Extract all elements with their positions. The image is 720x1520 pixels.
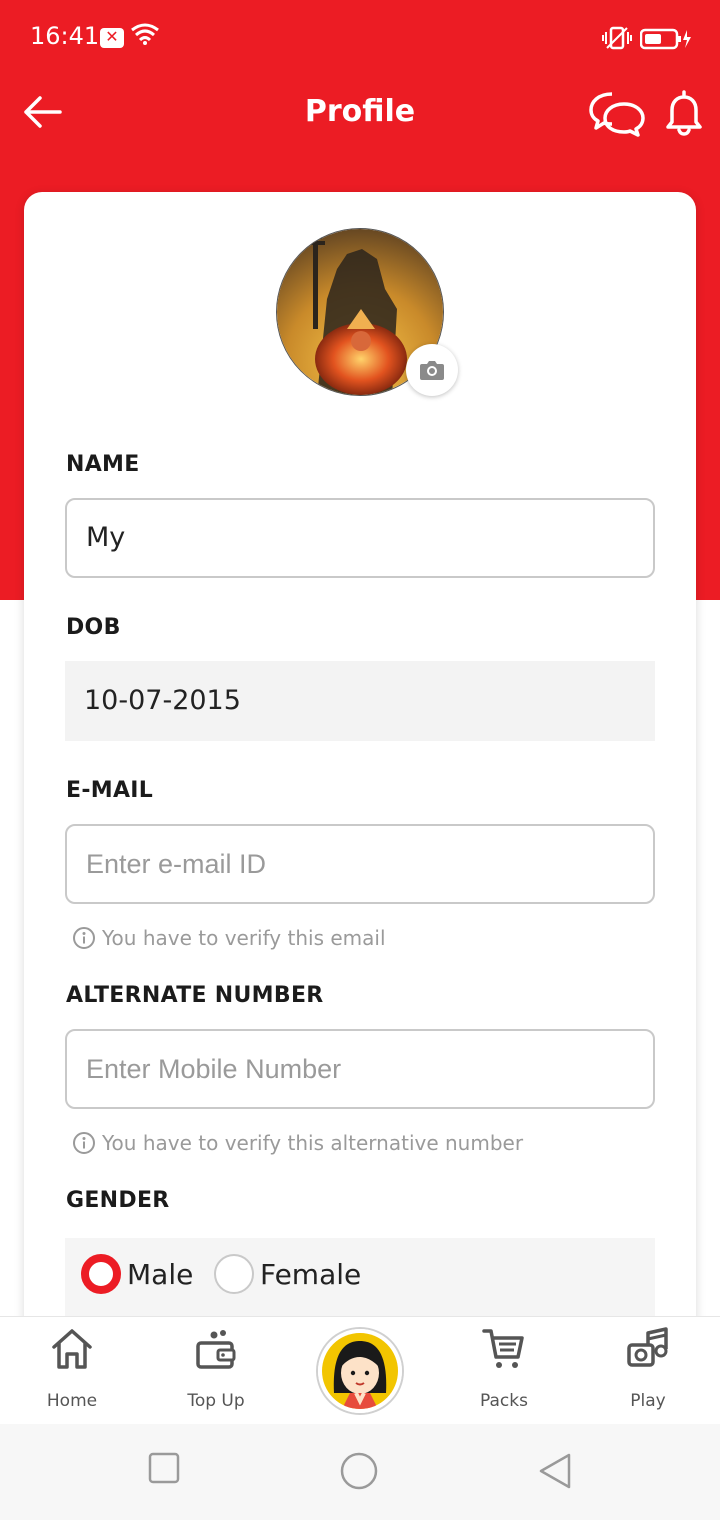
info-icon bbox=[73, 1132, 95, 1154]
chat-icon[interactable] bbox=[588, 90, 646, 138]
gender-label: GENDER bbox=[66, 1188, 170, 1213]
wallet-icon bbox=[196, 1330, 236, 1369]
home-circle-icon[interactable] bbox=[340, 1452, 378, 1490]
profile-card: NAME My DOB 10-07-2015 E-MAIL Enter e-ma… bbox=[24, 192, 696, 1352]
profile-avatar-wrap bbox=[276, 228, 458, 396]
nav-home-label: Home bbox=[46, 1391, 98, 1411]
vibrate-mute-icon bbox=[602, 26, 632, 50]
dob-label: DOB bbox=[66, 615, 121, 640]
camera-icon bbox=[420, 361, 444, 380]
gender-option-male[interactable]: Male bbox=[81, 1254, 193, 1294]
nav-play-label: Play bbox=[630, 1391, 666, 1411]
nav-top-up[interactable]: Top Up bbox=[144, 1317, 288, 1425]
email-hint-text: You have to verify this email bbox=[102, 926, 386, 950]
email-hint: You have to verify this email bbox=[72, 926, 386, 950]
email-input[interactable]: Enter e-mail ID bbox=[65, 824, 655, 904]
bell-icon[interactable] bbox=[662, 88, 706, 136]
name-input[interactable]: My bbox=[65, 498, 655, 578]
alternate-number-label: ALTERNATE NUMBER bbox=[66, 983, 324, 1008]
gender-male-label: Male bbox=[127, 1257, 194, 1291]
bottom-navigation: Home Top Up Packs Play bbox=[0, 1316, 720, 1424]
nav-packs[interactable]: Packs bbox=[432, 1317, 576, 1425]
music-icon bbox=[627, 1327, 668, 1367]
notification-icon: ✕ bbox=[100, 28, 124, 48]
status-time: 16:41 bbox=[30, 22, 100, 50]
gender-radio-group: Male Female bbox=[65, 1238, 655, 1328]
email-label: E-MAIL bbox=[66, 778, 154, 803]
character-avatar-icon bbox=[322, 1333, 398, 1409]
gender-option-female[interactable]: Female bbox=[214, 1254, 361, 1294]
app-header: Profile bbox=[0, 76, 720, 148]
home-icon bbox=[52, 1329, 92, 1369]
alternate-number-input[interactable]: Enter Mobile Number bbox=[65, 1029, 655, 1109]
dob-field[interactable]: 10-07-2015 bbox=[65, 661, 655, 741]
gender-female-label: Female bbox=[260, 1257, 362, 1291]
nav-play[interactable]: Play bbox=[576, 1317, 720, 1425]
nav-packs-label: Packs bbox=[480, 1391, 528, 1411]
nav-character-avatar[interactable] bbox=[318, 1329, 402, 1413]
nav-top-up-label: Top Up bbox=[187, 1391, 245, 1411]
alternate-number-hint: You have to verify this alternative numb… bbox=[72, 1131, 523, 1155]
wifi-icon bbox=[131, 23, 159, 45]
cart-icon bbox=[482, 1329, 524, 1368]
nav-home[interactable]: Home bbox=[0, 1317, 144, 1425]
status-bar: 16:41 ✕ bbox=[0, 0, 720, 76]
back-triangle-icon[interactable] bbox=[538, 1452, 572, 1490]
info-icon bbox=[73, 927, 95, 949]
radio-female[interactable] bbox=[214, 1254, 254, 1294]
name-label: NAME bbox=[66, 452, 140, 477]
radio-male[interactable] bbox=[81, 1254, 121, 1294]
change-photo-button[interactable] bbox=[406, 344, 458, 396]
system-navigation-bar bbox=[0, 1424, 720, 1520]
battery-icon bbox=[640, 28, 691, 50]
recents-square-icon[interactable] bbox=[148, 1452, 180, 1484]
alternate-number-hint-text: You have to verify this alternative numb… bbox=[102, 1131, 524, 1155]
